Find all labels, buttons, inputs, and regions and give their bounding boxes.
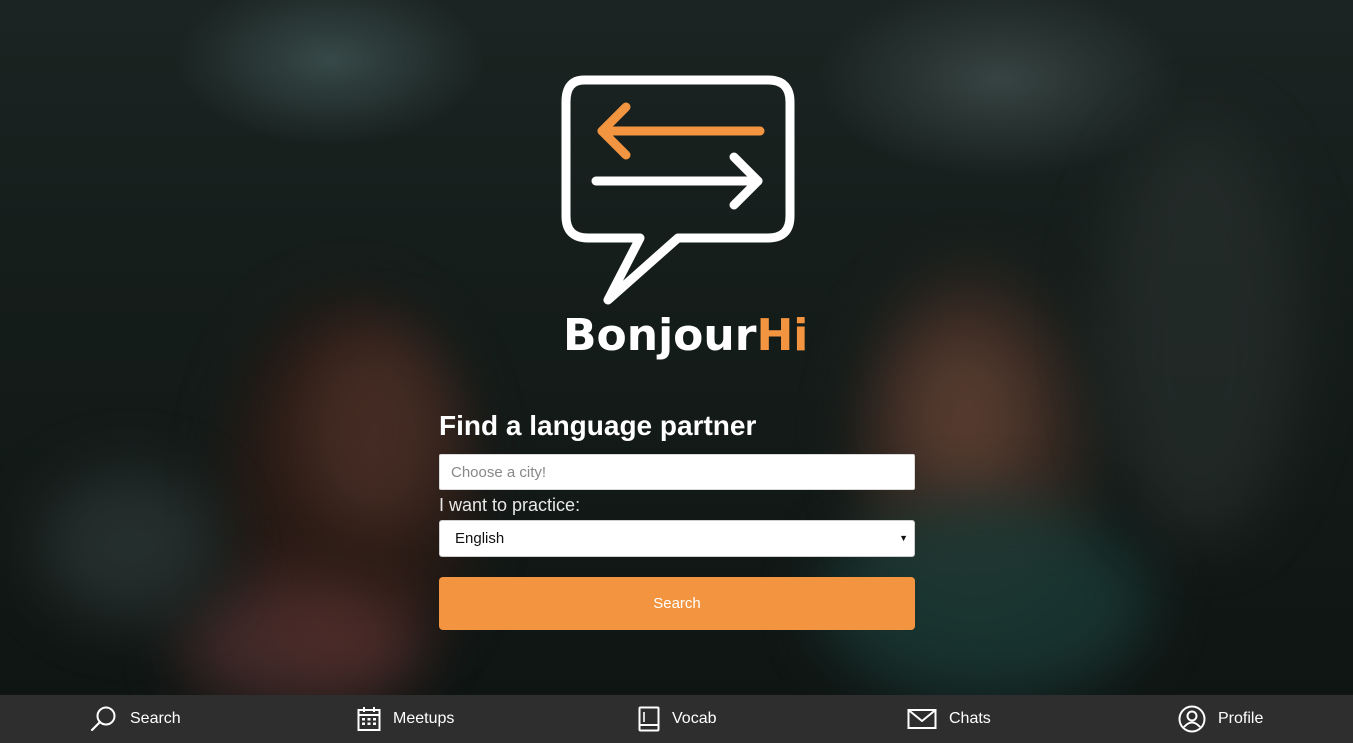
language-select-value: English: [455, 530, 505, 547]
search-button[interactable]: Search: [439, 577, 915, 630]
caret-down-icon: ▼: [899, 533, 908, 543]
brand-name-accent: Hi: [756, 310, 809, 361]
mail-icon: [907, 709, 937, 729]
language-select[interactable]: English ▼: [439, 520, 915, 557]
nav-label-search: Search: [130, 710, 181, 727]
nav-item-search[interactable]: Search: [90, 695, 181, 743]
nav-item-profile[interactable]: Profile: [1178, 695, 1263, 743]
speech-bubble-logo-icon: [561, 75, 795, 305]
nav-label-chats: Chats: [949, 710, 991, 727]
nav-label-profile: Profile: [1218, 710, 1264, 727]
nav-label-meetups: Meetups: [393, 710, 455, 727]
city-input[interactable]: [439, 454, 915, 490]
search-icon: [90, 706, 116, 732]
search-form: Find a language partner I want to practi…: [439, 407, 915, 630]
nav-item-vocab[interactable]: Vocab: [638, 695, 716, 743]
brand-name-main: Bonjour: [563, 310, 757, 361]
profile-icon: [1178, 705, 1206, 733]
nav-item-meetups[interactable]: Meetups: [357, 695, 454, 743]
page-title: Find a language partner: [439, 410, 757, 441]
bottom-nav: Search Meetups Vocab Chats Profile: [0, 695, 1353, 743]
practice-label: I want to practice:: [439, 495, 581, 515]
nav-item-chats[interactable]: Chats: [907, 695, 991, 743]
book-icon: [638, 706, 660, 732]
brand-logo-text: BonjourHi: [563, 310, 808, 361]
calendar-icon: [357, 707, 381, 731]
nav-label-vocab: Vocab: [672, 710, 717, 727]
